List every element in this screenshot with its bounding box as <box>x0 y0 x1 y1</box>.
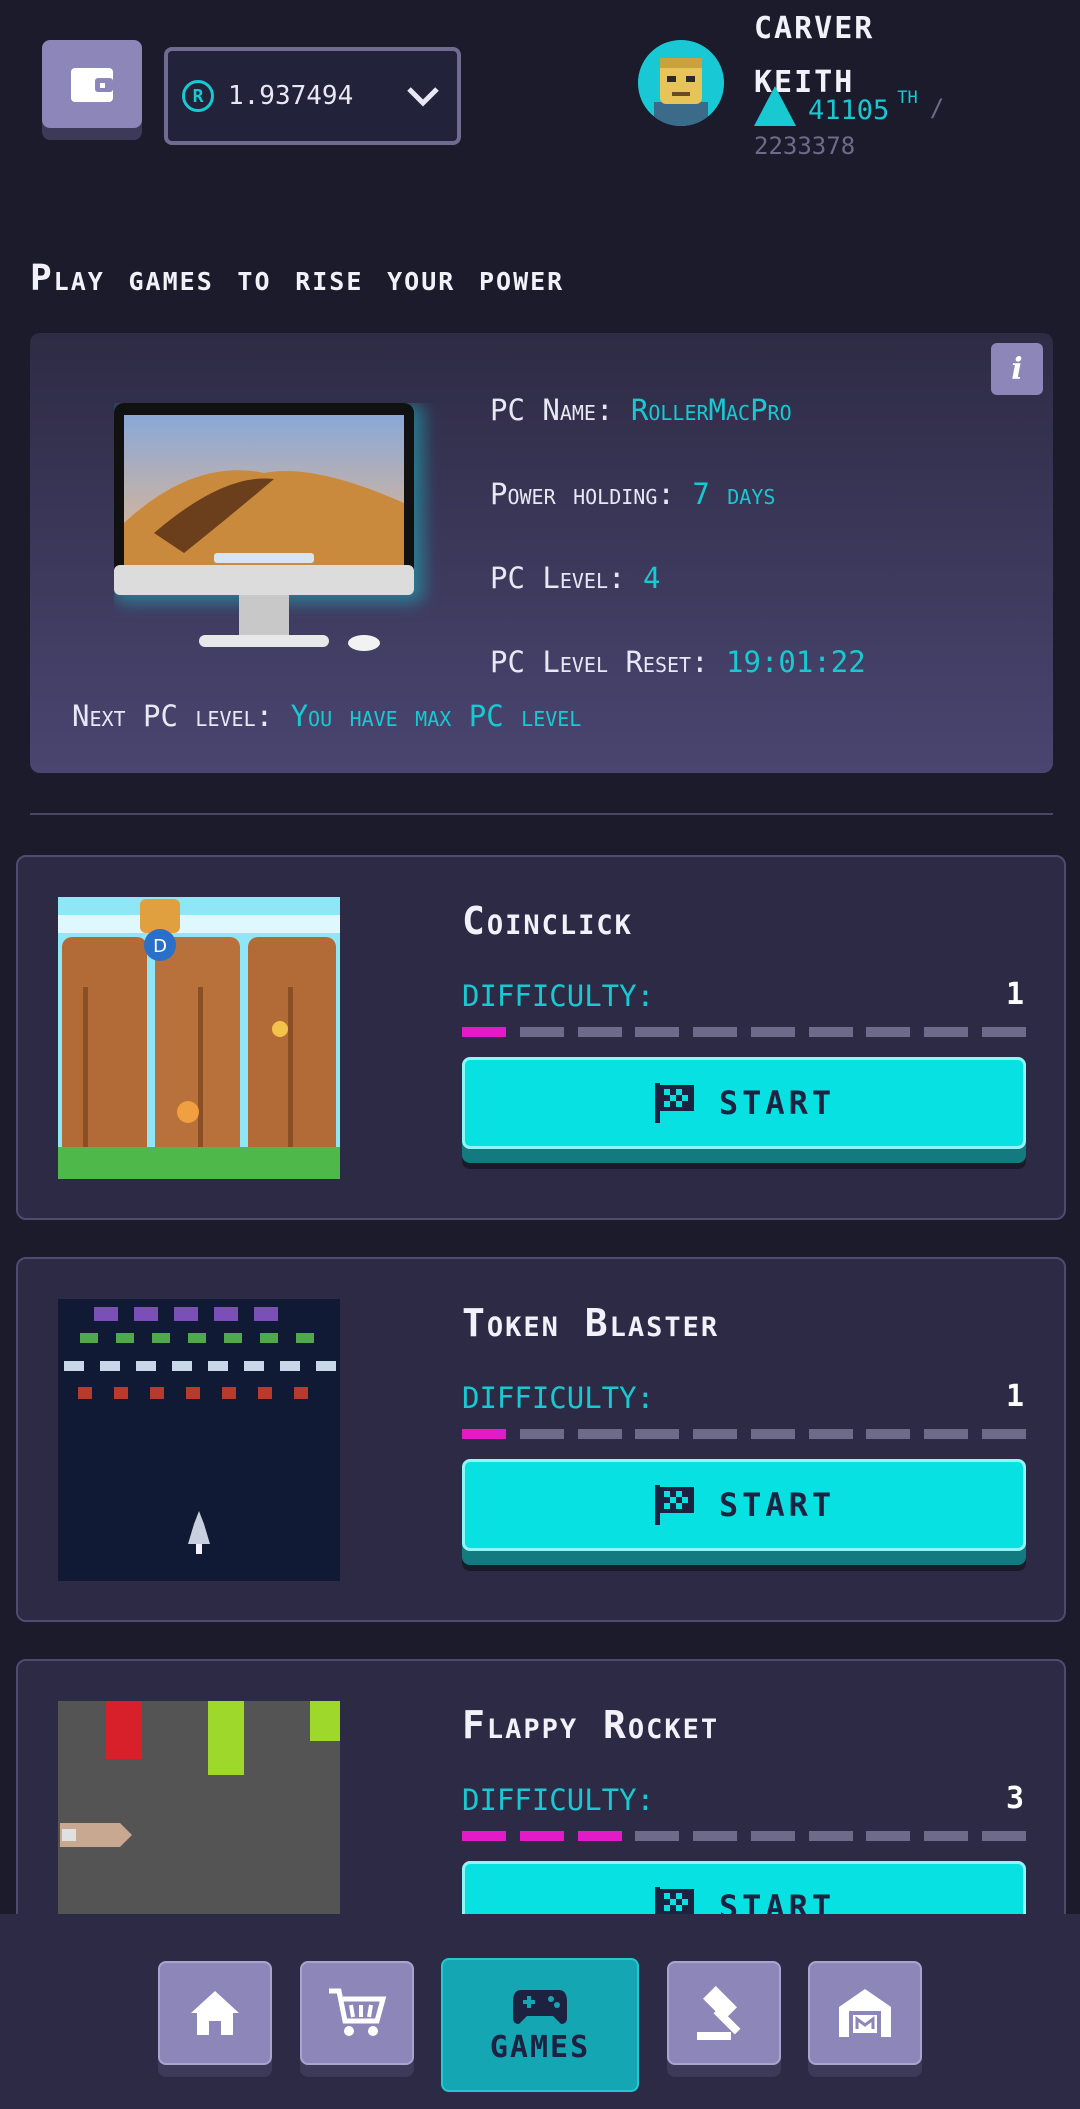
power-separator: / <box>929 94 945 122</box>
user-power: 41105 TH / <box>754 86 944 126</box>
difficulty-segment <box>808 1429 853 1439</box>
nav-storage[interactable] <box>808 1961 922 2065</box>
nav-games[interactable]: GAMES <box>441 1958 639 2092</box>
difficulty-segment <box>866 1429 911 1439</box>
difficulty-label: DIFFICULTY: <box>462 1381 655 1415</box>
bottom-nav: GAMES <box>0 1914 1080 2109</box>
game-card-coinclick: D Coinclick DIFFICULTY: 1 START <box>16 855 1066 1220</box>
avatar[interactable] <box>638 40 724 126</box>
warehouse-icon <box>839 1989 891 2037</box>
difficulty-segment <box>981 1831 1026 1841</box>
start-button[interactable]: START <box>462 1057 1026 1149</box>
svg-text:D: D <box>153 936 167 957</box>
page-title: Play games to rise your power <box>30 258 565 299</box>
difficulty-segment <box>693 1429 738 1439</box>
difficulty-segment <box>519 1831 564 1841</box>
game-title: Coinclick <box>462 899 633 943</box>
difficulty-segment <box>519 1027 564 1037</box>
balance-dropdown[interactable]: R 1.937494 <box>164 47 461 145</box>
nav-auction[interactable] <box>667 1961 781 2065</box>
info-button[interactable]: i <box>991 343 1043 395</box>
pc-info-card: i PC Name: RollerMacPro Power holding: 7… <box>30 333 1053 773</box>
power-unit: TH <box>897 88 918 108</box>
home-icon <box>191 1991 239 2035</box>
pc-details: PC Name: RollerMacPro Power holding: 7 d… <box>490 381 866 717</box>
difficulty-segment <box>750 1831 795 1841</box>
power-value: 41105 <box>808 95 890 126</box>
nav-home[interactable] <box>158 1961 272 2065</box>
difficulty-segment <box>808 1027 853 1037</box>
difficulty-value: 3 <box>1005 1781 1024 1816</box>
game-card-token-blaster: Token Blaster DIFFICULTY: 1 START <box>16 1257 1066 1622</box>
difficulty-segment <box>635 1429 680 1439</box>
pc-level-value: 4 <box>642 561 661 595</box>
game-title: Token Blaster <box>462 1301 720 1345</box>
pc-name-value: RollerMacPro <box>630 393 792 427</box>
difficulty-segment <box>462 1831 506 1841</box>
coinclick-thumbnail[interactable]: D <box>58 897 340 1179</box>
start-label: START <box>718 1084 836 1122</box>
start-button[interactable]: START <box>462 1459 1026 1551</box>
power-total: 2233378 <box>754 132 856 160</box>
flag-icon <box>654 1485 694 1525</box>
difficulty-bar <box>462 1831 1026 1841</box>
pc-name-row: PC Name: RollerMacPro <box>490 393 792 427</box>
token-blaster-thumbnail[interactable] <box>58 1299 340 1581</box>
difficulty-segment <box>693 1027 738 1037</box>
info-icon: i <box>1011 351 1023 387</box>
difficulty-label: DIFFICULTY: <box>462 979 655 1013</box>
game-title: Flappy Rocket <box>462 1703 720 1747</box>
wallet-button[interactable] <box>42 40 142 128</box>
coin-icon: R <box>182 80 214 112</box>
avatar-face-icon <box>638 40 724 126</box>
pc-next-level-value: You have max PC level <box>290 699 582 733</box>
chevron-down-icon <box>403 76 443 116</box>
power-triangle-icon <box>754 86 796 126</box>
difficulty-segment <box>577 1831 622 1841</box>
pc-next-level: Next PC level: You have max PC level <box>72 699 582 733</box>
difficulty-bar <box>462 1429 1026 1439</box>
difficulty-segment <box>462 1429 506 1439</box>
difficulty-segment <box>577 1027 622 1037</box>
pc-holding-value: 7 days <box>692 477 776 511</box>
pc-monitor-image <box>114 403 424 651</box>
difficulty-segment <box>635 1831 680 1841</box>
difficulty-segment <box>866 1027 911 1037</box>
gamepad-icon <box>513 1989 567 2024</box>
nav-games-label: GAMES <box>489 2029 591 2065</box>
difficulty-segment <box>924 1429 969 1439</box>
difficulty-segment <box>635 1027 680 1037</box>
flag-icon <box>654 1083 694 1123</box>
difficulty-segment <box>866 1831 911 1841</box>
difficulty-segment <box>981 1429 1026 1439</box>
difficulty-value: 1 <box>1005 1379 1024 1414</box>
cart-icon <box>329 1988 387 2036</box>
pc-holding-row: Power holding: 7 days <box>490 477 776 511</box>
difficulty-segment <box>981 1027 1026 1037</box>
difficulty-bar <box>462 1027 1026 1037</box>
difficulty-segment <box>750 1027 795 1037</box>
difficulty-segment <box>924 1831 969 1841</box>
wallet-icon <box>71 68 113 102</box>
difficulty-label: DIFFICULTY: <box>462 1783 655 1817</box>
difficulty-segment <box>750 1429 795 1439</box>
pc-reset-value: 19:01:22 <box>726 645 866 679</box>
difficulty-segment <box>519 1429 564 1439</box>
difficulty-segment <box>462 1027 506 1037</box>
difficulty-segment <box>808 1831 853 1841</box>
difficulty-segment <box>577 1429 622 1439</box>
difficulty-segment <box>924 1027 969 1037</box>
gavel-icon <box>697 1986 741 2040</box>
pc-level-row: PC Level: 4 <box>490 561 661 595</box>
divider <box>30 813 1053 815</box>
difficulty-segment <box>693 1831 738 1841</box>
start-label: START <box>718 1486 836 1524</box>
difficulty-value: 1 <box>1005 977 1024 1012</box>
balance-value: 1.937494 <box>228 81 354 111</box>
nav-shop[interactable] <box>300 1961 414 2065</box>
